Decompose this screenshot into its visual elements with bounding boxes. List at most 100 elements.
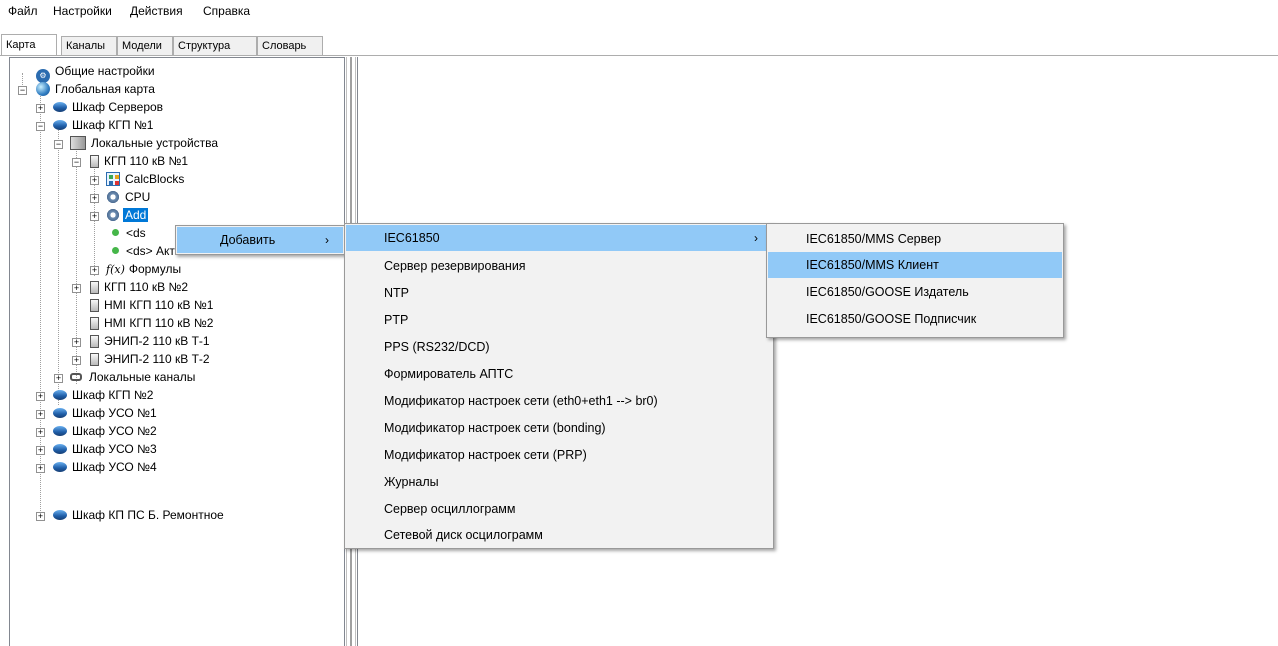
tree-node-general-settings[interactable]: ⚙ Общие настройки [36, 62, 157, 83]
tree-node-kgp-110-1[interactable]: КГП 110 кВ №1 [90, 152, 190, 170]
menu-item-net-bridge[interactable]: Модификатор настроек сети (eth0+eth1 -->… [346, 388, 772, 414]
menu-item-label: PTP [384, 313, 409, 327]
menu-actions[interactable]: Действия [130, 4, 183, 18]
expand-toggle[interactable]: + [36, 104, 45, 113]
tree-node-global-map[interactable]: Глобальная карта [36, 80, 157, 98]
menu-item-goose-publisher[interactable]: IEC61850/GOOSE Издатель [768, 279, 1062, 305]
tree-node-cab-kgp1[interactable]: Шкаф КГП №1 [53, 116, 155, 134]
formula-icon: f(x) [106, 263, 125, 276]
chevron-right-icon: › [754, 231, 758, 245]
expand-toggle[interactable]: + [90, 194, 99, 203]
expand-toggle[interactable]: + [72, 338, 81, 347]
expand-toggle[interactable]: + [36, 392, 45, 401]
tree-node-enip-t2[interactable]: ЭНИП-2 110 кВ Т-2 [90, 350, 212, 368]
menu-item-label: Модификатор настроек сети (bonding) [384, 421, 606, 435]
menu-item-redundancy-server[interactable]: Сервер резервирования [346, 253, 772, 279]
tree-label: HMI КГП 110 кВ №1 [104, 298, 214, 312]
expand-toggle[interactable]: + [54, 374, 63, 383]
collapse-toggle[interactable]: − [18, 86, 27, 95]
menu-item-label: IEC61850/GOOSE Издатель [806, 285, 969, 299]
menu-file[interactable]: Файл [8, 4, 38, 18]
tree-node-cpu[interactable]: CPU [106, 188, 152, 206]
menu-item-net-prp[interactable]: Модификатор настроек сети (PRP) [346, 442, 772, 468]
menu-item-goose-subscriber[interactable]: IEC61850/GOOSE Подписчик [768, 306, 1062, 332]
menu-item-osc-server[interactable]: Сервер осциллограмм [346, 496, 772, 522]
tree-label: Шкаф УСО №2 [72, 424, 157, 438]
expand-toggle[interactable]: + [90, 176, 99, 185]
menu-help[interactable]: Справка [203, 4, 250, 18]
tree-label: CPU [125, 190, 151, 204]
tree-node-cab-uso2[interactable]: Шкаф УСО №2 [53, 422, 159, 440]
tree-label: Локальные устройства [91, 136, 219, 150]
expand-toggle[interactable]: + [36, 446, 45, 455]
menu-item-journals[interactable]: Журналы [346, 469, 772, 495]
menu-item-label: NTP [384, 286, 409, 300]
tree-label: Шкаф Серверов [72, 100, 164, 114]
tree-node-hmi-2[interactable]: HMI КГП 110 кВ №2 [90, 314, 215, 332]
menu-item-label: IEC61850 [384, 231, 440, 245]
menu-item-apts[interactable]: Формирователь АПТС [346, 361, 772, 387]
menu-item-mms-server[interactable]: IEC61850/MMS Сервер [768, 226, 1062, 252]
tree-label: Add [123, 208, 149, 222]
menu-item-net-bonding[interactable]: Модификатор настроек сети (bonding) [346, 415, 772, 441]
add-submenu: IEC61850 › Сервер резервирования NTP PTP… [344, 223, 774, 549]
tree-node-addons-selected[interactable]: Add [106, 206, 149, 224]
tree-node-kgp-110-2[interactable]: КГП 110 кВ №2 [90, 278, 190, 296]
tree-node-formulas[interactable]: f(x) Формулы [106, 260, 183, 278]
menu-item-ptp[interactable]: PTP [346, 307, 772, 333]
cabinet-icon [53, 462, 67, 472]
gear-icon [106, 208, 120, 222]
expand-toggle[interactable]: + [36, 464, 45, 473]
map-tree[interactable]: ⚙ Общие настройки − Глобальная карта + Шк… [9, 57, 345, 646]
tree-node-cab-uso4[interactable]: Шкаф УСО №4 [53, 458, 159, 476]
tree-node-cab-servers[interactable]: Шкаф Серверов [53, 98, 165, 116]
menu-item-pps[interactable]: PPS (RS232/DCD) [346, 334, 772, 360]
menu-item-ntp[interactable]: NTP [346, 280, 772, 306]
gear-icon [106, 190, 120, 204]
menu-item-osc-disk[interactable]: Сетевой диск осцилограмм [346, 522, 772, 548]
globe-icon [36, 82, 50, 96]
tree-node-hmi-1[interactable]: HMI КГП 110 кВ №1 [90, 296, 215, 314]
expand-toggle[interactable]: + [36, 512, 45, 521]
collapse-toggle[interactable]: − [54, 140, 63, 149]
tree-node-local-channels[interactable]: Локальные каналы [68, 368, 197, 386]
expand-toggle[interactable]: + [90, 212, 99, 221]
expand-toggle[interactable]: + [90, 266, 99, 275]
tree-label: ЭНИП-2 110 кВ Т-1 [104, 334, 210, 348]
expand-toggle[interactable]: + [36, 410, 45, 419]
tree-node-cab-kgp2[interactable]: Шкаф КГП №2 [53, 386, 155, 404]
tab-divider [0, 55, 1278, 56]
tree-label: Шкаф УСО №3 [72, 442, 157, 456]
tree-node-cab-uso3[interactable]: Шкаф УСО №3 [53, 440, 159, 458]
tree-node-enip-t1[interactable]: ЭНИП-2 110 кВ Т-1 [90, 332, 212, 350]
menu-settings[interactable]: Настройки [53, 4, 112, 18]
tab-map[interactable]: Карта [1, 34, 57, 55]
collapse-toggle[interactable]: − [36, 122, 45, 131]
devices-icon [70, 136, 86, 150]
menu-item-label: Сервер резервирования [384, 259, 526, 273]
tree-node-calcblocks[interactable]: CalcBlocks [106, 170, 186, 188]
tree-label: CalcBlocks [125, 172, 185, 186]
menu-item-iec61850[interactable]: IEC61850 › [346, 225, 772, 251]
tree-node-ds1[interactable]: <ds [112, 224, 148, 242]
tab-models[interactable]: Модели [117, 36, 173, 55]
tree-node-cab-kp[interactable]: Шкаф КП ПС Б. Ремонтное [53, 506, 226, 524]
menu-item-add[interactable]: Добавить › [177, 227, 343, 253]
tree-label: <ds [126, 226, 146, 240]
device-icon [90, 335, 99, 348]
menu-item-mms-client[interactable]: IEC61850/MMS Клиент [768, 252, 1062, 278]
tab-structure[interactable]: Структура [173, 36, 257, 55]
expand-toggle[interactable]: + [72, 356, 81, 365]
tree-label: Локальные каналы [89, 370, 196, 384]
expand-toggle[interactable]: + [72, 284, 81, 293]
tree-label: Формулы [128, 262, 182, 276]
collapse-toggle[interactable]: − [72, 158, 81, 167]
tree-node-cab-uso1[interactable]: Шкаф УСО №1 [53, 404, 159, 422]
expand-toggle[interactable]: + [36, 428, 45, 437]
tab-dictionary[interactable]: Словарь [257, 36, 323, 55]
status-dot-icon [112, 247, 119, 254]
menu-item-label: Журналы [384, 475, 439, 489]
tree-node-local-devices[interactable]: Локальные устройства [70, 134, 220, 152]
tab-channels[interactable]: Каналы [61, 36, 117, 55]
menu-item-label: Сетевой диск осцилограмм [384, 528, 543, 542]
